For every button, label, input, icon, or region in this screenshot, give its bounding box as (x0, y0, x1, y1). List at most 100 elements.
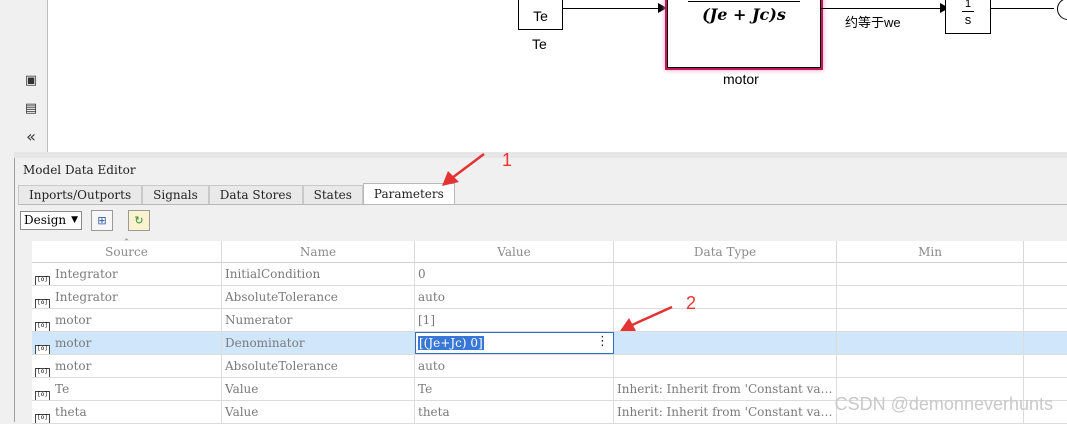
source-cell[interactable]: [o] Integrator (32, 286, 222, 309)
value-cell[interactable]: 0 (415, 263, 614, 286)
block-parameter-icon: [o] (35, 322, 50, 331)
name-cell[interactable]: Value (222, 378, 415, 401)
source-text: Integrator (55, 290, 118, 304)
column-header-value[interactable]: Value (415, 241, 614, 263)
value-cell[interactable]: theta (415, 401, 614, 424)
more-options-icon[interactable]: ⋮ (596, 334, 609, 349)
view-select[interactable]: Design ▼ (20, 211, 82, 230)
tab-states[interactable]: States (302, 185, 363, 204)
camera-icon[interactable]: ▣ (22, 72, 40, 90)
value-edit-text[interactable]: [(Je+Jc) 0] (418, 336, 484, 350)
source-text: motor (55, 313, 92, 327)
table-row[interactable]: [o] motor AbsoluteTolerance auto (15, 355, 1067, 378)
table-row[interactable]: [o] Integrator AbsoluteTolerance auto (15, 286, 1067, 309)
value-cell[interactable]: auto (415, 355, 614, 378)
source-text: Integrator (55, 267, 118, 281)
editor-title: Model Data Editor (23, 163, 136, 177)
property-inspector-icon[interactable]: ▤ (22, 100, 40, 118)
hierarchy-icon: ⊞ (97, 214, 107, 227)
wire (820, 8, 942, 9)
name-cell[interactable]: Numerator (222, 309, 415, 332)
table-row[interactable]: [o] motor Numerator [1] (15, 309, 1067, 332)
data-type-cell[interactable]: Inherit: Inherit from 'Constant va… (614, 401, 837, 424)
min-cell[interactable] (837, 263, 1024, 286)
block-parameter-icon: [o] (35, 276, 50, 285)
te-constant-block[interactable]: Te (518, 0, 563, 30)
min-cell[interactable] (837, 355, 1024, 378)
collapse-icon[interactable]: « (22, 128, 40, 146)
source-cell[interactable]: [o] motor (32, 355, 222, 378)
wire (990, 8, 1054, 9)
source-cell[interactable]: [o] Integrator (32, 263, 222, 286)
chevron-down-icon: ▼ (71, 215, 78, 225)
te-block-label: Te (532, 36, 547, 52)
min-cell[interactable] (837, 286, 1024, 309)
wire-label: 约等于we (845, 15, 901, 30)
value-cell[interactable]: [1] (415, 309, 614, 332)
hierarchy-view-button[interactable]: ⊞ (91, 210, 113, 231)
sort-up-icon: ⌃ (122, 238, 131, 248)
name-cell[interactable]: Value (222, 401, 415, 424)
motor-transfer-fcn-block[interactable]: (Je + Jc)s (667, 0, 821, 68)
value-cell[interactable]: auto (415, 286, 614, 309)
source-cell[interactable]: [o] motor (32, 309, 222, 332)
data-type-cell[interactable] (614, 332, 837, 355)
filler-cell (1024, 309, 1067, 332)
source-cell[interactable]: [o] Te (32, 378, 222, 401)
column-header-min[interactable]: Min (837, 241, 1024, 263)
arrowhead-icon (658, 3, 667, 13)
name-cell[interactable]: Denominator (222, 332, 415, 355)
tab-inports-outports[interactable]: Inports/Outports (18, 185, 143, 204)
annotation-marker-2: 2 (686, 293, 697, 313)
column-header-source[interactable]: ⌃ Source (32, 238, 222, 263)
editor-tabs: Inports/Outports Signals Data Stores Sta… (18, 183, 455, 205)
block-parameter-icon: [o] (35, 345, 50, 354)
model-canvas[interactable]: Te Te (Je + Jc)s motor 约等于we 1 s (47, 0, 1067, 153)
data-type-cell[interactable] (614, 286, 837, 309)
column-header-name[interactable]: Name (222, 241, 415, 263)
data-type-cell[interactable]: Inherit: Inherit from 'Constant va… (614, 378, 837, 401)
tab-data-stores[interactable]: Data Stores (208, 185, 303, 204)
table-row[interactable]: [o] Integrator InitialCondition 0 (15, 263, 1067, 286)
filler-cell (1024, 332, 1067, 355)
data-type-cell[interactable] (614, 355, 837, 378)
filler-cell (1024, 286, 1067, 309)
min-cell[interactable] (837, 332, 1024, 355)
table-row-selected[interactable]: [o] motor Denominator [(Je+Jc) 0] ⋮ (15, 332, 1067, 355)
source-cell[interactable]: [o] motor (32, 332, 222, 355)
tab-parameters[interactable]: Parameters (362, 183, 455, 204)
column-header-filler (1024, 241, 1067, 263)
motor-block-label: motor (723, 71, 759, 87)
integrator-block[interactable]: 1 s (945, 0, 991, 34)
value-cell[interactable]: Te (415, 378, 614, 401)
data-type-cell[interactable] (614, 263, 837, 286)
source-text: motor (55, 336, 92, 350)
canvas-tool-strip: ▣ ▤ « (0, 0, 47, 152)
annotation-marker-1: 1 (502, 150, 513, 170)
name-cell[interactable]: AbsoluteTolerance (222, 355, 415, 378)
source-cell[interactable]: [o] theta (32, 401, 222, 424)
source-text: motor (55, 359, 92, 373)
column-header-data-type[interactable]: Data Type (614, 241, 837, 263)
tab-divider (18, 204, 1067, 205)
name-cell[interactable]: InitialCondition (222, 263, 415, 286)
view-select-value: Design (24, 213, 67, 227)
block-parameter-icon: [o] (35, 368, 50, 377)
filler-cell (1024, 263, 1067, 286)
data-type-cell[interactable] (614, 309, 837, 332)
integrator-denominator: s (964, 12, 972, 27)
integrator-numerator: 1 (964, 0, 972, 10)
filler-cell (1024, 355, 1067, 378)
block-parameter-icon: [o] (35, 299, 50, 308)
name-cell[interactable]: AbsoluteTolerance (222, 286, 415, 309)
refresh-button[interactable]: ↻ (128, 210, 150, 231)
tab-signals[interactable]: Signals (142, 185, 209, 204)
block-parameter-icon: [o] (35, 414, 50, 423)
wire (562, 8, 660, 9)
motor-denominator: (Je + Jc)s (702, 5, 786, 24)
sum-block[interactable] (1057, 0, 1067, 20)
fraction-bar (688, 1, 800, 2)
min-cell[interactable] (837, 309, 1024, 332)
value-edit-field[interactable]: [(Je+Jc) 0] ⋮ (415, 332, 614, 354)
block-parameter-icon: [o] (35, 391, 50, 400)
